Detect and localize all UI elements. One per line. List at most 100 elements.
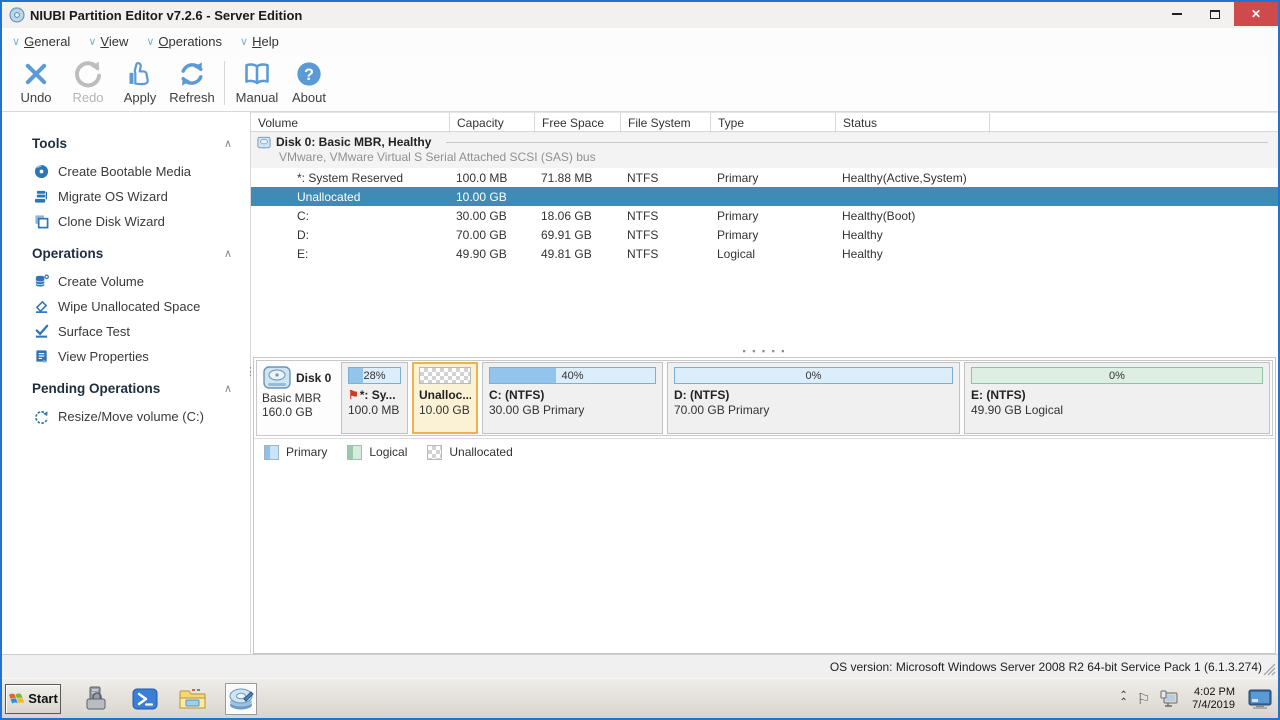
sidebar-item-create-volume[interactable]: Create Volume <box>2 269 250 294</box>
disk-icon <box>257 136 271 149</box>
table-row-c-drive[interactable]: C: 30.00 GB 18.06 GB NTFS Primary Health… <box>251 206 1278 225</box>
disk-group-row[interactable]: Disk 0: Basic MBR, Healthy VMware, VMwar… <box>251 132 1278 168</box>
manual-button[interactable]: Manual <box>231 56 283 110</box>
disk-group-rule <box>446 142 1268 143</box>
desktop-screen: NIUBI Partition Editor v7.2.6 - Server E… <box>0 0 1280 720</box>
table-row-unallocated-selected[interactable]: Unallocated 10.00 GB <box>251 187 1278 206</box>
taskbar-icon-niubi-partition-editor[interactable] <box>225 683 257 715</box>
unallocated-swatch <box>427 445 442 460</box>
section-header-pending-operations[interactable]: Pending Operations ∧ <box>2 375 250 404</box>
boot-flag-icon: ⚑ <box>348 388 359 402</box>
sidebar-item-migrate-os-wizard[interactable]: Migrate OS Wizard <box>2 184 250 209</box>
apply-button[interactable]: Apply <box>114 56 166 110</box>
tray-network-icon[interactable] <box>1159 690 1179 708</box>
chevron-down-icon: ∨ <box>240 35 248 48</box>
minimize-button[interactable] <box>1158 2 1196 26</box>
clone-disk-icon <box>34 214 49 229</box>
table-row-e-drive[interactable]: E: 49.90 GB 49.81 GB NTFS Logical Health… <box>251 244 1278 263</box>
section-tools: Tools ∧ Create Bootable Media <box>2 130 250 234</box>
column-header-status[interactable]: Status <box>835 113 989 133</box>
sidebar-item-wipe-unallocated-space[interactable]: Wipe Unallocated Space <box>2 294 250 319</box>
column-header-file-system[interactable]: File System <box>620 113 710 133</box>
taskbar-clock[interactable]: 4:02 PM 7/4/2019 <box>1188 686 1239 712</box>
taskbar-icon-windows-explorer[interactable] <box>177 683 209 715</box>
column-header-empty <box>989 113 1278 133</box>
partition-block-c[interactable]: 40% C: (NTFS) 30.00 GB Primary <box>482 362 663 434</box>
redo-icon <box>74 60 102 88</box>
section-pending-operations: Pending Operations ∧ Resize/Move volume … <box>2 375 250 429</box>
system-tray: ⌃⌃ ⚐ 4:02 PM 7/4/2019 <box>1119 686 1278 712</box>
app-window: NIUBI Partition Editor v7.2.6 - Server E… <box>2 2 1278 678</box>
view-properties-icon <box>34 349 49 364</box>
server-manager-icon <box>83 685 111 713</box>
surface-test-icon <box>34 324 49 339</box>
sidebar-item-surface-test[interactable]: Surface Test <box>2 319 250 344</box>
sidebar-item-view-properties[interactable]: View Properties <box>2 344 250 369</box>
table-row-system-reserved[interactable]: *: System Reserved 100.0 MB 71.88 MB NTF… <box>251 168 1278 187</box>
menu-general[interactable]: ∨ General <box>12 34 70 49</box>
about-question-icon: ? <box>295 60 323 88</box>
column-header-capacity[interactable]: Capacity <box>449 113 534 133</box>
minimize-icon <box>1172 13 1182 15</box>
disk-name: Disk 0 <box>296 371 331 385</box>
windows-flag-icon <box>8 691 25 706</box>
sidebar-item-create-bootable-media[interactable]: Create Bootable Media <box>2 159 250 184</box>
cd-icon <box>34 164 49 179</box>
usage-bar-unallocated <box>419 367 471 384</box>
taskbar-icon-powershell[interactable] <box>129 683 161 715</box>
disk-group-subtitle: VMware, VMware Virtual S Serial Attached… <box>257 150 1278 164</box>
partition-block-system-reserved[interactable]: 28% ⚑*: Sy... 100.0 MB <box>341 362 408 434</box>
folder-icon <box>178 686 208 712</box>
close-button[interactable]: ✕ <box>1234 2 1278 26</box>
pending-item-resize-move-volume[interactable]: Resize/Move volume (C:) <box>2 404 250 429</box>
wipe-eraser-icon <box>34 299 49 314</box>
title-bar[interactable]: NIUBI Partition Editor v7.2.6 - Server E… <box>2 2 1278 28</box>
disk-drive-icon <box>262 365 292 391</box>
disk-size: 160.0 GB <box>262 405 336 419</box>
powershell-icon <box>131 685 159 713</box>
about-button[interactable]: ? About <box>283 56 335 110</box>
section-operations: Operations ∧ Create Volume <box>2 240 250 369</box>
undo-button[interactable]: Undo <box>10 56 62 110</box>
taskbar-icon-server-manager[interactable] <box>81 683 113 715</box>
sidebar: Tools ∧ Create Bootable Media <box>2 112 251 654</box>
partition-block-e[interactable]: 0% E: (NTFS) 49.90 GB Logical <box>964 362 1270 434</box>
section-header-operations[interactable]: Operations ∧ <box>2 240 250 269</box>
partition-block-unallocated-selected[interactable]: Unalloc... 10.00 GB <box>412 362 478 434</box>
tray-display-icon[interactable] <box>1248 689 1272 709</box>
menu-help[interactable]: ∨ Help <box>240 34 279 49</box>
redo-button[interactable]: Redo <box>62 56 114 110</box>
menu-operations[interactable]: ∨ Operations <box>146 34 222 49</box>
tray-flag-icon[interactable]: ⚐ <box>1137 690 1150 708</box>
taskbar: Start <box>2 678 1278 718</box>
svg-text:?: ? <box>304 66 314 84</box>
chevron-up-icon: ∧ <box>224 137 232 150</box>
resize-move-icon <box>34 409 49 424</box>
horizontal-splitter-handle[interactable]: ▪ ▪ ▪ ▪ ▪ <box>251 344 1278 357</box>
clock-date: 7/4/2019 <box>1192 699 1235 712</box>
section-header-tools[interactable]: Tools ∧ <box>2 130 250 159</box>
refresh-icon <box>178 60 206 88</box>
menu-view[interactable]: ∨ View <box>88 34 128 49</box>
start-button[interactable]: Start <box>5 684 61 714</box>
resize-grip[interactable] <box>1263 663 1276 676</box>
table-row-d-drive[interactable]: D: 70.00 GB 69.91 GB NTFS Primary Health… <box>251 225 1278 244</box>
clock-time: 4:02 PM <box>1192 686 1235 699</box>
create-volume-icon <box>34 274 49 289</box>
refresh-button[interactable]: Refresh <box>166 56 218 110</box>
sidebar-item-clone-disk-wizard[interactable]: Clone Disk Wizard <box>2 209 250 234</box>
chevron-down-icon: ∨ <box>12 35 20 48</box>
toolbar-separator <box>224 61 225 105</box>
maximize-button[interactable] <box>1196 2 1234 26</box>
close-icon: ✕ <box>1251 7 1261 21</box>
column-header-type[interactable]: Type <box>710 113 835 133</box>
disk-layout: Basic MBR <box>262 391 336 405</box>
disk-info-block[interactable]: Disk 0 Basic MBR 160.0 GB <box>258 362 338 434</box>
partition-block-d[interactable]: 0% D: (NTFS) 70.00 GB Primary <box>667 362 960 434</box>
manual-book-icon <box>243 60 271 88</box>
window-title: NIUBI Partition Editor v7.2.6 - Server E… <box>30 8 302 23</box>
column-header-free-space[interactable]: Free Space <box>534 113 620 133</box>
column-header-volume[interactable]: Volume <box>251 113 449 133</box>
disk-map-panel: Disk 0 Basic MBR 160.0 GB 28% <box>253 357 1276 654</box>
tray-expand-icon[interactable]: ⌃⌃ <box>1119 692 1127 706</box>
